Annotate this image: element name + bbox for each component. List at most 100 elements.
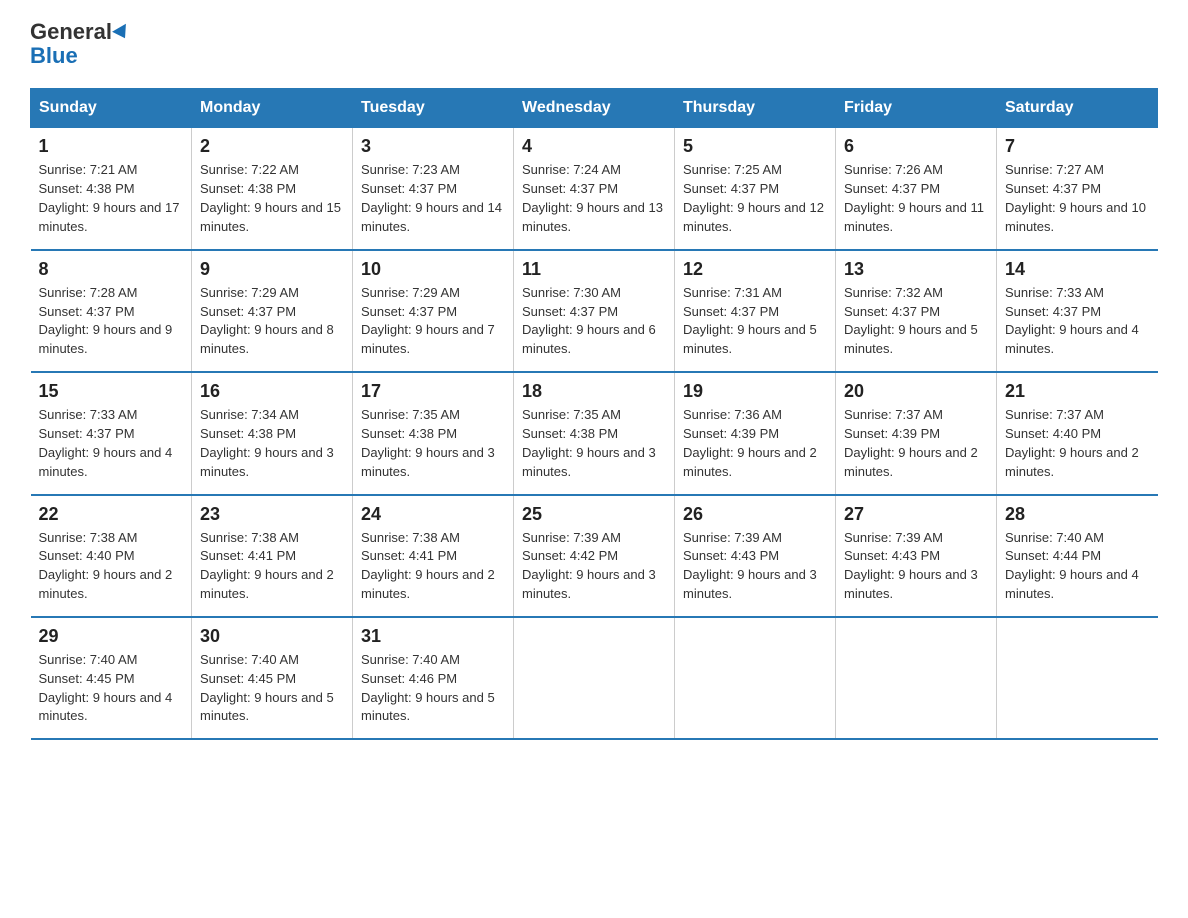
logo-general: General xyxy=(30,19,112,44)
day-number: 7 xyxy=(1005,136,1150,157)
day-info: Sunrise: 7:39 AMSunset: 4:43 PMDaylight:… xyxy=(683,530,817,602)
day-cell: 17 Sunrise: 7:35 AMSunset: 4:38 PMDayligh… xyxy=(353,372,514,494)
day-cell: 6Sunrise: 7:26 AMSunset: 4:37 PMDaylight… xyxy=(836,128,997,250)
day-number: 28 xyxy=(1005,504,1150,525)
day-number: 15 xyxy=(39,381,184,402)
day-info: Sunrise: 7:26 AMSunset: 4:37 PMDaylight:… xyxy=(844,162,984,234)
day-info: Sunrise: 7:33 AMSunset: 4:37 PMDaylight:… xyxy=(1005,285,1139,357)
day-cell: 12 Sunrise: 7:31 AMSunset: 4:37 PMDayligh… xyxy=(675,250,836,372)
day-number: 18 xyxy=(522,381,666,402)
day-number: 17 xyxy=(361,381,505,402)
day-info: Sunrise: 7:37 AMSunset: 4:39 PMDaylight:… xyxy=(844,407,978,479)
day-info: Sunrise: 7:38 AMSunset: 4:41 PMDaylight:… xyxy=(361,530,495,602)
day-number: 23 xyxy=(200,504,344,525)
header-row: SundayMondayTuesdayWednesdayThursdayFrid… xyxy=(31,89,1158,128)
day-cell: 15 Sunrise: 7:33 AMSunset: 4:37 PMDayligh… xyxy=(31,372,192,494)
day-number: 12 xyxy=(683,259,827,280)
day-number: 3 xyxy=(361,136,505,157)
day-info: Sunrise: 7:31 AMSunset: 4:37 PMDaylight:… xyxy=(683,285,817,357)
day-info: Sunrise: 7:39 AMSunset: 4:43 PMDaylight:… xyxy=(844,530,978,602)
day-cell xyxy=(514,617,675,739)
week-row-3: 15 Sunrise: 7:33 AMSunset: 4:37 PMDayligh… xyxy=(31,372,1158,494)
day-number: 29 xyxy=(39,626,184,647)
day-number: 19 xyxy=(683,381,827,402)
day-number: 20 xyxy=(844,381,988,402)
day-number: 21 xyxy=(1005,381,1150,402)
day-cell: 23 Sunrise: 7:38 AMSunset: 4:41 PMDayligh… xyxy=(192,495,353,617)
day-info: Sunrise: 7:29 AMSunset: 4:37 PMDaylight:… xyxy=(361,285,495,357)
header-day-monday: Monday xyxy=(192,89,353,128)
day-cell: 20 Sunrise: 7:37 AMSunset: 4:39 PMDayligh… xyxy=(836,372,997,494)
day-info: Sunrise: 7:40 AMSunset: 4:45 PMDaylight:… xyxy=(39,652,173,724)
day-number: 1 xyxy=(39,136,184,157)
day-number: 11 xyxy=(522,259,666,280)
day-cell: 22Sunrise: 7:38 AMSunset: 4:40 PMDayligh… xyxy=(31,495,192,617)
day-cell: 3 Sunrise: 7:23 AMSunset: 4:37 PMDaylight… xyxy=(353,128,514,250)
header-day-sunday: Sunday xyxy=(31,89,192,128)
calendar-header: SundayMondayTuesdayWednesdayThursdayFrid… xyxy=(31,89,1158,128)
day-info: Sunrise: 7:35 AMSunset: 4:38 PMDaylight:… xyxy=(522,407,656,479)
day-info: Sunrise: 7:33 AMSunset: 4:37 PMDaylight:… xyxy=(39,407,173,479)
day-cell: 26 Sunrise: 7:39 AMSunset: 4:43 PMDayligh… xyxy=(675,495,836,617)
header-day-tuesday: Tuesday xyxy=(353,89,514,128)
day-cell: 24 Sunrise: 7:38 AMSunset: 4:41 PMDayligh… xyxy=(353,495,514,617)
day-cell: 14 Sunrise: 7:33 AMSunset: 4:37 PMDayligh… xyxy=(997,250,1158,372)
day-cell xyxy=(675,617,836,739)
week-row-5: 29 Sunrise: 7:40 AMSunset: 4:45 PMDayligh… xyxy=(31,617,1158,739)
day-info: Sunrise: 7:37 AMSunset: 4:40 PMDaylight:… xyxy=(1005,407,1139,479)
day-cell: 13 Sunrise: 7:32 AMSunset: 4:37 PMDayligh… xyxy=(836,250,997,372)
day-number: 10 xyxy=(361,259,505,280)
day-info: Sunrise: 7:40 AMSunset: 4:46 PMDaylight:… xyxy=(361,652,495,724)
day-cell: 29 Sunrise: 7:40 AMSunset: 4:45 PMDayligh… xyxy=(31,617,192,739)
day-number: 13 xyxy=(844,259,988,280)
day-info: Sunrise: 7:40 AMSunset: 4:45 PMDaylight:… xyxy=(200,652,334,724)
day-info: Sunrise: 7:39 AMSunset: 4:42 PMDaylight:… xyxy=(522,530,656,602)
day-number: 24 xyxy=(361,504,505,525)
day-info: Sunrise: 7:32 AMSunset: 4:37 PMDaylight:… xyxy=(844,285,978,357)
day-cell xyxy=(836,617,997,739)
week-row-1: 1 Sunrise: 7:21 AMSunset: 4:38 PMDaylight… xyxy=(31,128,1158,250)
logo: General Blue xyxy=(30,20,130,68)
day-info: Sunrise: 7:38 AMSunset: 4:41 PMDaylight:… xyxy=(200,530,334,602)
day-cell: 28 Sunrise: 7:40 AMSunset: 4:44 PMDayligh… xyxy=(997,495,1158,617)
day-number: 4 xyxy=(522,136,666,157)
day-number: 16 xyxy=(200,381,344,402)
day-number: 14 xyxy=(1005,259,1150,280)
day-number: 30 xyxy=(200,626,344,647)
header-day-wednesday: Wednesday xyxy=(514,89,675,128)
day-info: Sunrise: 7:24 AMSunset: 4:37 PMDaylight:… xyxy=(522,162,663,234)
logo-triangle-icon xyxy=(112,24,132,42)
week-row-2: 8Sunrise: 7:28 AMSunset: 4:37 PMDaylight… xyxy=(31,250,1158,372)
day-cell: 7 Sunrise: 7:27 AMSunset: 4:37 PMDaylight… xyxy=(997,128,1158,250)
day-cell: 25 Sunrise: 7:39 AMSunset: 4:42 PMDayligh… xyxy=(514,495,675,617)
day-info: Sunrise: 7:34 AMSunset: 4:38 PMDaylight:… xyxy=(200,407,334,479)
day-cell: 30 Sunrise: 7:40 AMSunset: 4:45 PMDayligh… xyxy=(192,617,353,739)
day-info: Sunrise: 7:29 AMSunset: 4:37 PMDaylight:… xyxy=(200,285,334,357)
logo-blue: Blue xyxy=(30,43,78,68)
day-cell: 10 Sunrise: 7:29 AMSunset: 4:37 PMDayligh… xyxy=(353,250,514,372)
day-number: 27 xyxy=(844,504,988,525)
day-info: Sunrise: 7:23 AMSunset: 4:37 PMDaylight:… xyxy=(361,162,502,234)
day-cell: 2Sunrise: 7:22 AMSunset: 4:38 PMDaylight… xyxy=(192,128,353,250)
day-cell: 5Sunrise: 7:25 AMSunset: 4:37 PMDaylight… xyxy=(675,128,836,250)
day-info: Sunrise: 7:36 AMSunset: 4:39 PMDaylight:… xyxy=(683,407,817,479)
day-info: Sunrise: 7:25 AMSunset: 4:37 PMDaylight:… xyxy=(683,162,824,234)
day-cell: 16 Sunrise: 7:34 AMSunset: 4:38 PMDayligh… xyxy=(192,372,353,494)
calendar-body: 1 Sunrise: 7:21 AMSunset: 4:38 PMDaylight… xyxy=(31,128,1158,739)
day-info: Sunrise: 7:30 AMSunset: 4:37 PMDaylight:… xyxy=(522,285,656,357)
day-number: 26 xyxy=(683,504,827,525)
day-info: Sunrise: 7:21 AMSunset: 4:38 PMDaylight:… xyxy=(39,162,180,234)
day-info: Sunrise: 7:27 AMSunset: 4:37 PMDaylight:… xyxy=(1005,162,1146,234)
header-day-friday: Friday xyxy=(836,89,997,128)
day-info: Sunrise: 7:28 AMSunset: 4:37 PMDaylight:… xyxy=(39,285,173,357)
day-info: Sunrise: 7:38 AMSunset: 4:40 PMDaylight:… xyxy=(39,530,173,602)
day-cell: 18 Sunrise: 7:35 AMSunset: 4:38 PMDayligh… xyxy=(514,372,675,494)
calendar-table: SundayMondayTuesdayWednesdayThursdayFrid… xyxy=(30,88,1158,740)
day-info: Sunrise: 7:40 AMSunset: 4:44 PMDaylight:… xyxy=(1005,530,1139,602)
day-cell: 11 Sunrise: 7:30 AMSunset: 4:37 PMDayligh… xyxy=(514,250,675,372)
day-cell xyxy=(997,617,1158,739)
day-cell: 21 Sunrise: 7:37 AMSunset: 4:40 PMDayligh… xyxy=(997,372,1158,494)
day-number: 2 xyxy=(200,136,344,157)
day-number: 25 xyxy=(522,504,666,525)
day-info: Sunrise: 7:35 AMSunset: 4:38 PMDaylight:… xyxy=(361,407,495,479)
